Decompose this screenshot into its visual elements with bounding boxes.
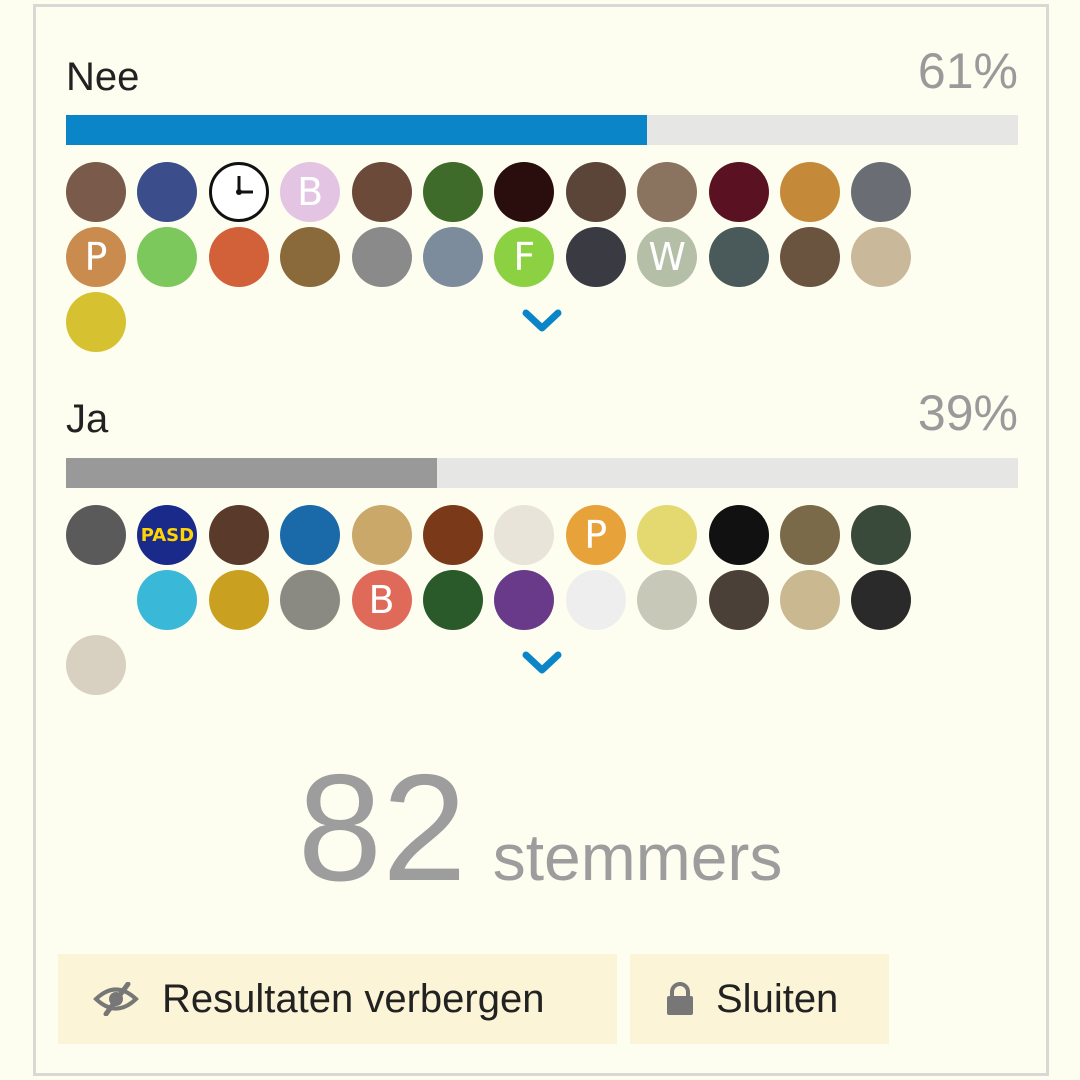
voter-avatar[interactable] — [66, 505, 126, 565]
voter-avatar[interactable] — [280, 570, 341, 630]
voter-avatar[interactable] — [708, 570, 769, 630]
voter-avatar[interactable] — [208, 227, 269, 287]
close-poll-label: Sluiten — [716, 976, 839, 1021]
voter-avatar[interactable] — [708, 505, 769, 565]
voter-avatar[interactable] — [565, 227, 626, 287]
voter-avatar[interactable] — [422, 505, 483, 565]
voter-avatar[interactable] — [137, 162, 198, 222]
voter-avatar[interactable] — [779, 162, 840, 222]
voter-avatar[interactable] — [494, 162, 555, 222]
voter-avatar[interactable] — [208, 570, 269, 630]
voter-avatar[interactable] — [637, 570, 698, 630]
voter-avatar[interactable] — [422, 227, 483, 287]
voter-avatar[interactable] — [351, 162, 412, 222]
chevron-down-icon — [522, 309, 562, 332]
voter-avatar[interactable] — [280, 227, 341, 287]
voter-avatar[interactable] — [137, 227, 198, 287]
vote-bar-ja — [66, 458, 1018, 488]
voter-avatar[interactable] — [851, 505, 912, 565]
voter-avatar[interactable]: B — [351, 570, 412, 630]
chevron-down-icon — [522, 651, 562, 674]
voter-avatar[interactable] — [779, 505, 840, 565]
voter-avatar[interactable] — [494, 505, 555, 565]
expand-voters-nee-button[interactable] — [519, 306, 565, 336]
voter-avatar[interactable] — [66, 635, 126, 695]
voter-avatar[interactable] — [708, 227, 769, 287]
voter-avatar[interactable] — [208, 505, 269, 565]
hide-results-label: Resultaten verbergen — [162, 976, 545, 1021]
voter-avatar[interactable]: F — [494, 227, 555, 287]
vote-bar-fill — [66, 115, 647, 145]
voter-total: 82 stemmers — [0, 752, 1080, 904]
voter-avatar[interactable] — [66, 292, 126, 352]
close-poll-button[interactable]: Sluiten — [630, 954, 889, 1044]
voter-avatar[interactable] — [565, 162, 626, 222]
voter-avatar[interactable] — [779, 570, 840, 630]
option-label: Nee — [66, 55, 140, 99]
voter-avatar[interactable]: PASD — [137, 505, 198, 565]
voter-avatar[interactable]: B — [280, 162, 341, 222]
hide-results-button[interactable]: Resultaten verbergen — [58, 954, 617, 1044]
option-percentage: 39% — [917, 385, 1018, 441]
vote-bar-nee — [66, 115, 1018, 145]
voter-avatar[interactable]: W — [637, 227, 698, 287]
voter-count: 82 — [297, 743, 467, 913]
eye-slash-icon — [92, 982, 140, 1016]
voter-avatar[interactable]: P — [66, 227, 126, 287]
option-percentage: 61% — [917, 43, 1018, 99]
clock-icon — [235, 176, 253, 195]
voter-avatar[interactable] — [637, 162, 698, 222]
voter-avatar[interactable] — [422, 570, 483, 630]
voter-avatar[interactable] — [422, 162, 483, 222]
expand-voters-ja-button[interactable] — [519, 648, 565, 678]
voter-avatar[interactable] — [137, 570, 198, 630]
voter-avatar[interactable] — [351, 505, 412, 565]
voter-avatar[interactable] — [208, 162, 269, 222]
voter-avatar[interactable]: P — [565, 505, 626, 565]
voter-avatar[interactable] — [779, 227, 840, 287]
voter-avatar[interactable] — [851, 570, 912, 630]
lock-icon — [666, 982, 694, 1016]
voter-avatar[interactable] — [637, 505, 698, 565]
voter-avatar[interactable] — [66, 570, 126, 630]
voter-avatar[interactable] — [851, 162, 912, 222]
option-header-ja: Ja 39% — [66, 385, 1018, 442]
option-header-nee: Nee 61% — [66, 43, 1018, 100]
voter-avatar[interactable] — [494, 570, 555, 630]
vote-bar-fill — [66, 458, 438, 488]
voter-avatar[interactable] — [851, 227, 912, 287]
voter-avatar[interactable] — [280, 505, 341, 565]
voter-avatar[interactable] — [66, 162, 126, 222]
voter-count-label: stemmers — [492, 820, 783, 894]
voter-avatar[interactable] — [565, 570, 626, 630]
option-label: Ja — [66, 397, 109, 441]
voter-avatar[interactable] — [708, 162, 769, 222]
voter-avatar[interactable] — [351, 227, 412, 287]
